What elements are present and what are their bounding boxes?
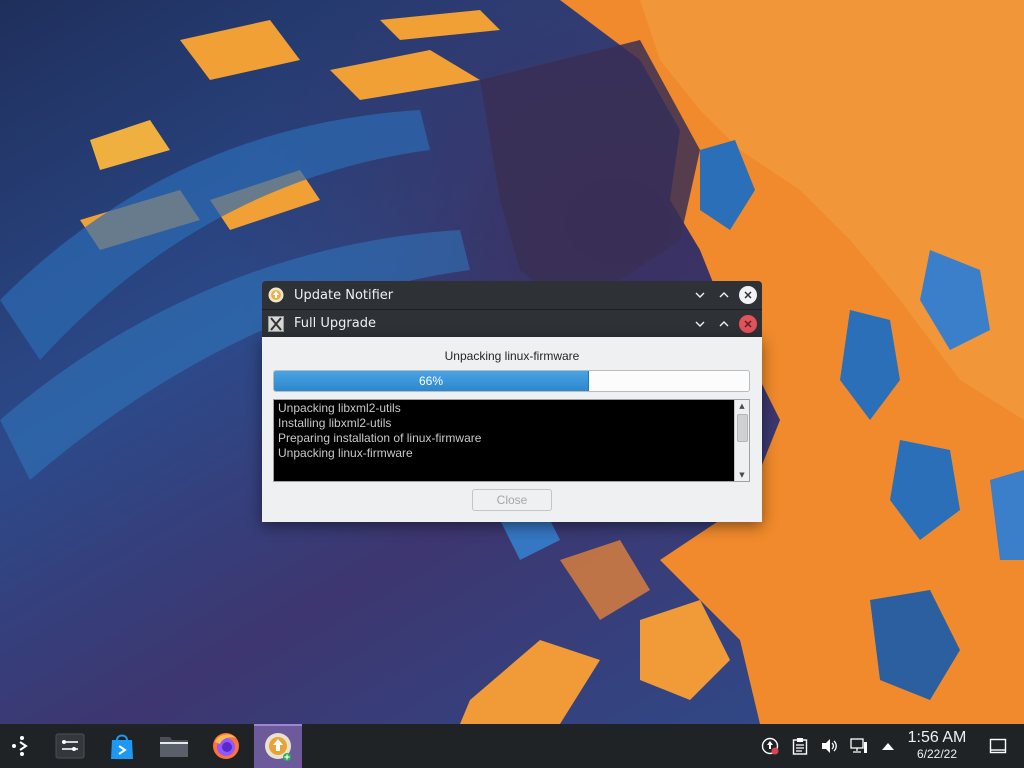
update-notifier-task-icon (265, 733, 291, 761)
show-desktop-button[interactable] (988, 736, 1008, 756)
upgrade-progress-bar: 66% (273, 370, 750, 392)
log-lines: Unpacking libxml2-utils Installing libxm… (278, 401, 733, 461)
app-launcher-icon (12, 736, 28, 756)
log-output[interactable]: Unpacking libxml2-utils Installing libxm… (273, 399, 750, 482)
chevron-up-icon (719, 292, 729, 298)
x-app-icon (267, 315, 285, 333)
scroll-down-icon[interactable]: ▼ (735, 469, 749, 481)
discover-store-icon (111, 734, 133, 759)
volume-button[interactable] (820, 736, 840, 756)
chevron-down-icon (695, 292, 705, 298)
window-title: Full Upgrade (294, 316, 376, 331)
tray-expand-button[interactable] (878, 736, 898, 756)
close-icon (739, 286, 757, 304)
scroll-thumb[interactable] (737, 414, 748, 442)
maximize-button[interactable] (714, 314, 734, 334)
close-button[interactable] (738, 314, 758, 334)
show-desktop-icon (989, 738, 1007, 754)
chevron-down-icon (695, 321, 705, 327)
network-icon (850, 738, 867, 753)
firefox-icon (213, 733, 239, 759)
taskbar: 1:56 AM 6/22/22 (0, 724, 1024, 768)
log-line: Unpacking linux-firmware (278, 446, 413, 460)
update-notifier-titlebar[interactable]: Update Notifier (262, 281, 762, 309)
progress-percent: 66% (418, 374, 444, 388)
clipboard-icon (792, 738, 808, 755)
volume-icon (822, 739, 837, 753)
window-title: Update Notifier (294, 287, 394, 303)
update-notifier-icon (267, 286, 285, 304)
minimize-button[interactable] (690, 285, 710, 305)
discover-store-button[interactable] (100, 724, 144, 768)
log-line: Unpacking libxml2-utils (278, 401, 401, 415)
close-icon (739, 314, 757, 333)
app-launcher-button[interactable] (0, 724, 44, 768)
scroll-up-icon[interactable]: ▲ (735, 400, 749, 412)
clock-time: 1:56 AM (907, 729, 967, 746)
tray-expand-icon (882, 743, 894, 750)
update-tray-button[interactable] (760, 736, 780, 756)
system-settings-icon (55, 733, 85, 759)
file-manager-button[interactable] (152, 724, 196, 768)
log-line: Installing libxml2-utils (278, 416, 392, 430)
update-tray-icon (761, 737, 779, 755)
maximize-button[interactable] (714, 285, 734, 305)
status-label: Unpacking linux-firmware (444, 349, 580, 363)
network-button[interactable] (849, 736, 869, 756)
chevron-up-icon (719, 320, 729, 326)
update-notifier-task[interactable] (254, 724, 302, 768)
digital-clock[interactable]: 1:56 AM 6/22/22 (902, 729, 972, 761)
close-dialog-button[interactable]: Close (472, 489, 552, 511)
log-line: Preparing installation of linux-firmware (278, 431, 482, 445)
minimize-button[interactable] (690, 314, 710, 334)
close-button[interactable] (738, 285, 758, 305)
file-manager-icon (160, 737, 188, 757)
clock-date: 6/22/22 (916, 747, 958, 761)
clipboard-button[interactable] (790, 736, 810, 756)
log-scrollbar[interactable]: ▲ ▼ (734, 400, 749, 481)
full-upgrade-titlebar[interactable]: Full Upgrade (262, 309, 762, 337)
firefox-button[interactable] (204, 724, 248, 768)
full-upgrade-dialog: Unpacking linux-firmware 66% Unpacking l… (262, 337, 762, 522)
system-settings-button[interactable] (48, 724, 92, 768)
